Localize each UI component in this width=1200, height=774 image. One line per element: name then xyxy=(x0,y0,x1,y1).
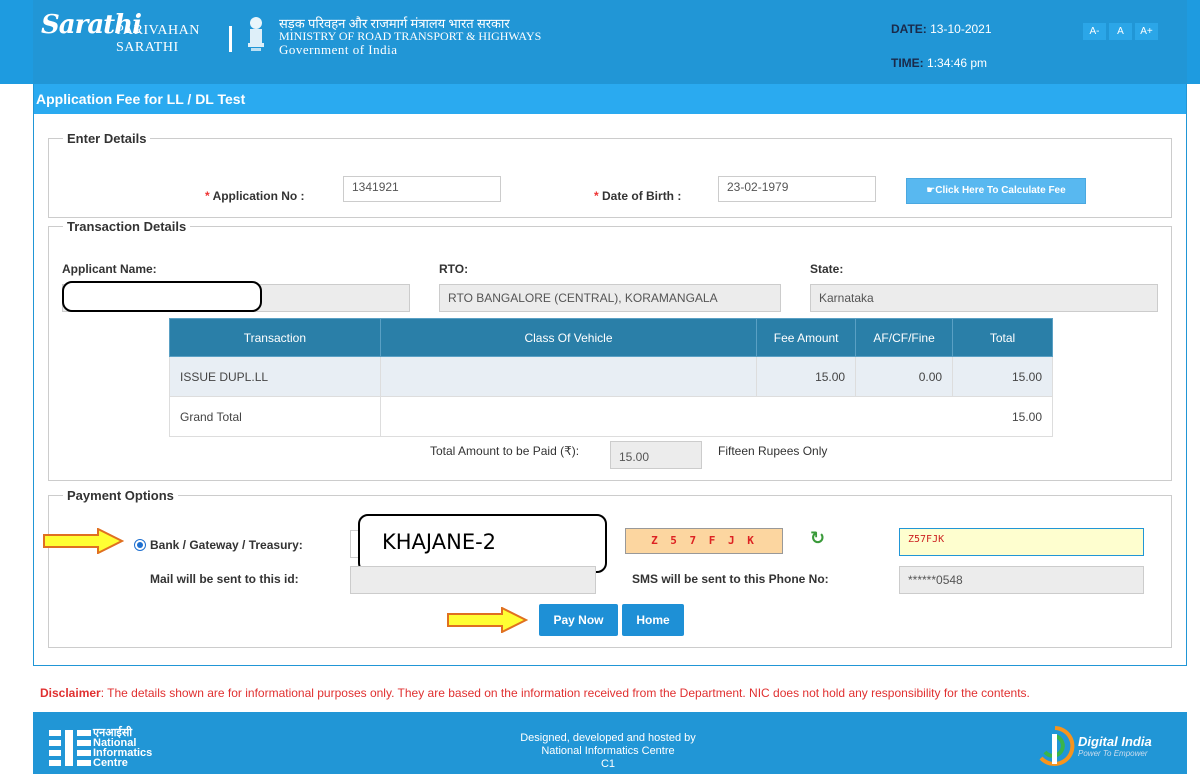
time-label: TIME: xyxy=(891,56,924,70)
col-header-total: Total xyxy=(952,318,1053,357)
font-increase-button[interactable]: A+ xyxy=(1135,23,1158,40)
enter-details-legend: Enter Details xyxy=(67,131,147,146)
nic-line-3: Centre xyxy=(93,757,128,769)
disclaimer: Disclaimer: The details shown are for in… xyxy=(40,686,1030,700)
bank-radio[interactable] xyxy=(134,539,146,551)
col-header-class: Class Of Vehicle xyxy=(379,318,758,357)
captcha-input[interactable]: Z57FJK xyxy=(899,528,1144,556)
font-decrease-button[interactable]: A- xyxy=(1083,23,1106,40)
refresh-captcha-icon[interactable]: ↻ xyxy=(810,528,825,549)
state-input[interactable]: Karnataka xyxy=(810,284,1158,312)
redaction-box xyxy=(62,281,262,312)
ministry-name: सड़क परिवहन और राजमार्ग मंत्रालय भारत सर… xyxy=(279,17,541,56)
font-size-controls: A- A A+ xyxy=(1083,23,1158,40)
nic-name: एनआईसी National Informatics Centre xyxy=(93,728,152,769)
credits-line-3: C1 xyxy=(600,758,616,770)
home-button[interactable]: Home xyxy=(622,604,684,636)
grand-total-row: Grand Total 15.00 xyxy=(169,396,1054,437)
col-header-af: AF/CF/Fine xyxy=(855,318,954,357)
enter-details-section: Enter Details xyxy=(48,131,1172,218)
required-mark: * xyxy=(205,189,210,203)
credits-line-1: Designed, developed and hosted by xyxy=(520,732,696,744)
panel-title: Application Fee for LL / DL Test xyxy=(34,84,1186,114)
total-amount-label: Total Amount to be Paid (₹): xyxy=(430,444,580,458)
mail-input[interactable] xyxy=(350,566,596,594)
cell-transaction: ISSUE DUPL.LL xyxy=(169,356,381,397)
cell-total: 15.00 xyxy=(952,356,1053,397)
date-display: DATE: 13-10-2021 xyxy=(891,22,992,36)
calculate-fee-button[interactable]: ☛Click Here To Calculate Fee xyxy=(906,178,1086,204)
payment-options-legend: Payment Options xyxy=(67,488,174,503)
grand-total-label: Grand Total xyxy=(169,396,381,437)
application-no-label: * Application No : xyxy=(205,189,305,203)
grand-total-value: 15.00 xyxy=(379,396,1054,437)
transaction-details-legend: Transaction Details xyxy=(67,219,187,234)
national-emblem-icon xyxy=(248,17,264,51)
state-label: State: xyxy=(810,262,844,276)
dob-input[interactable]: 23-02-1979 xyxy=(718,176,876,202)
digital-india-logo-icon xyxy=(1039,726,1075,766)
footer: एनआईसी National Informatics Centre Desig… xyxy=(33,712,1187,774)
parivahan-logo-text: PARIVAHAN SARATHI xyxy=(116,22,200,56)
rto-label: RTO: xyxy=(439,262,469,276)
col-header-transaction: Transaction xyxy=(169,318,381,357)
time-value: 1:34:46 pm xyxy=(927,56,988,70)
disclaimer-text: : The details shown are for informationa… xyxy=(100,686,1030,700)
rto-input[interactable]: RTO BANGALORE (CENTRAL), KORAMANGALA xyxy=(439,284,781,312)
header: Sarathi PARIVAHAN SARATHI सड़क परिवहन और… xyxy=(33,0,1187,84)
cell-fee: 15.00 xyxy=(756,356,857,397)
pay-now-button[interactable]: Pay Now xyxy=(539,604,618,636)
credits-line-2: National Informatics Centre xyxy=(541,745,675,757)
col-header-fee: Fee Amount xyxy=(756,318,857,357)
date-label: DATE: xyxy=(891,22,927,36)
application-no-input[interactable]: 1341921 xyxy=(343,176,501,202)
transaction-table: Transaction Class Of Vehicle Fee Amount … xyxy=(169,318,1054,437)
cell-af: 0.00 xyxy=(855,356,954,397)
date-value: 13-10-2021 xyxy=(930,22,992,36)
dob-label: * Date of Birth : xyxy=(594,189,681,203)
fee-panel: Application Fee for LL / DL Test Enter D… xyxy=(33,84,1187,666)
digital-india-title: Digital India xyxy=(1078,734,1152,749)
sms-label: SMS will be sent to this Phone No: xyxy=(632,572,829,586)
application-no-label-text: Application No : xyxy=(212,189,305,203)
required-mark: * xyxy=(594,189,599,203)
cell-class xyxy=(379,356,758,397)
footer-credits: Designed, developed and hosted by Nation… xyxy=(503,732,713,771)
captcha-image: Z 5 7 F J K xyxy=(625,528,783,554)
logo-parivahan-line: PARIVAHAN xyxy=(116,23,200,38)
header-divider xyxy=(229,26,232,52)
total-amount-words: Fifteen Rupees Only xyxy=(718,444,828,458)
annotation-arrow-icon xyxy=(447,607,528,633)
logo-sarathi-line: SARATHI xyxy=(116,40,179,55)
bank-label: Bank / Gateway / Treasury: xyxy=(150,538,303,552)
digital-india-tagline: Power To Empower xyxy=(1078,749,1148,758)
bank-value-callout: KHAJANE-2 xyxy=(358,514,607,573)
radio-dot xyxy=(137,542,143,548)
table-header-row: Transaction Class Of Vehicle Fee Amount … xyxy=(169,318,1053,357)
bank-option[interactable]: Bank / Gateway / Treasury: xyxy=(134,538,303,552)
total-amount-input: 15.00 xyxy=(610,441,702,469)
mail-label: Mail will be sent to this id: xyxy=(150,572,299,586)
sms-input[interactable]: ******0548 xyxy=(899,566,1144,594)
government-of-india: Government of India xyxy=(279,42,398,57)
time-display: TIME: 1:34:46 pm xyxy=(891,56,987,70)
dob-label-text: Date of Birth : xyxy=(602,189,682,203)
digital-india-text: Digital India Power To Empower xyxy=(1078,734,1152,760)
applicant-name-label: Applicant Name: xyxy=(62,262,157,276)
annotation-arrow-icon xyxy=(43,528,124,554)
font-normal-button[interactable]: A xyxy=(1109,23,1132,40)
table-row: ISSUE DUPL.LL 15.00 0.00 15.00 xyxy=(169,356,1053,397)
disclaimer-label: Disclaimer xyxy=(40,686,101,700)
nic-logo-icon xyxy=(49,730,91,766)
